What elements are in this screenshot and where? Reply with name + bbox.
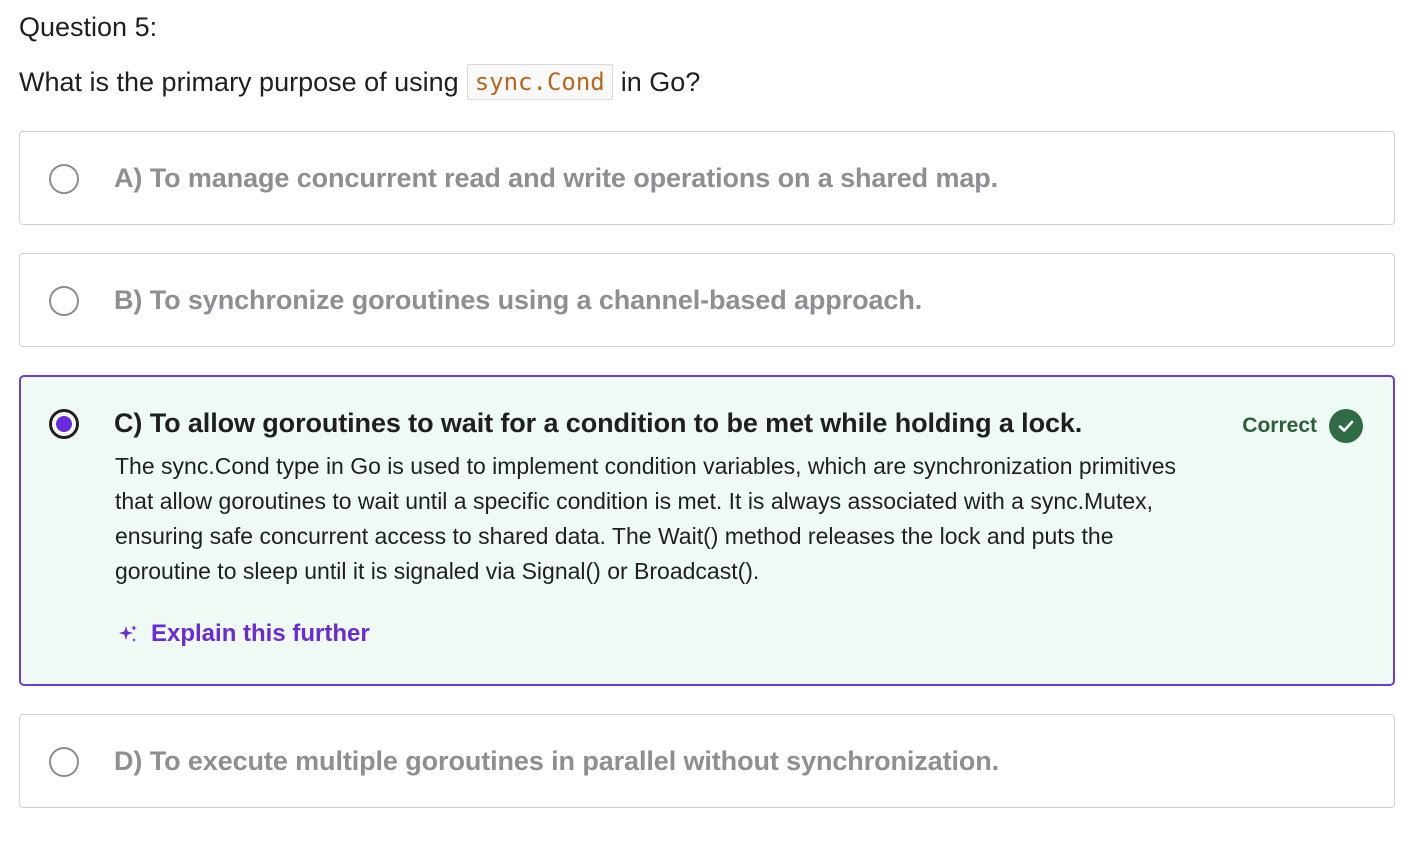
- explain-further-link[interactable]: Explain this further: [117, 618, 370, 650]
- question-prompt-after: in Go?: [620, 67, 701, 97]
- radio-circle-icon[interactable]: [49, 164, 79, 194]
- answer-option-a[interactable]: A) To manage concurrent read and write o…: [19, 131, 1395, 225]
- status-badge-label: Correct: [1242, 414, 1317, 437]
- answer-option-label: C) To allow goroutines to wait for a con…: [114, 408, 1083, 438]
- answer-option-label: D) To execute multiple goroutines in par…: [114, 746, 1000, 776]
- explain-further-label: Explain this further: [151, 620, 370, 647]
- question-number: Question 5:: [19, 12, 158, 42]
- question-prompt-before: What is the primary purpose of using: [19, 67, 459, 97]
- answer-option-label: B) To synchronize goroutines using a cha…: [114, 285, 923, 315]
- inline-code: sync.Cond: [466, 64, 613, 100]
- radio-circle-icon[interactable]: [49, 747, 79, 777]
- answer-option-c[interactable]: C) To allow goroutines to wait for a con…: [19, 375, 1395, 686]
- answer-option-d[interactable]: D) To execute multiple goroutines in par…: [19, 714, 1395, 808]
- radio-circle-icon[interactable]: [49, 286, 79, 316]
- check-circle-icon: [1329, 409, 1363, 443]
- status-badge: Correct: [1242, 409, 1363, 443]
- answer-option-b[interactable]: B) To synchronize goroutines using a cha…: [19, 253, 1395, 347]
- radio-selected-icon[interactable]: [49, 409, 79, 439]
- answer-explanation: The sync.Cond type in Go is used to impl…: [115, 453, 1177, 584]
- sparkle-icon: [119, 625, 137, 642]
- answer-option-label: A) To manage concurrent read and write o…: [114, 163, 999, 193]
- question-prompt: What is the primary purpose of using syn…: [19, 63, 700, 101]
